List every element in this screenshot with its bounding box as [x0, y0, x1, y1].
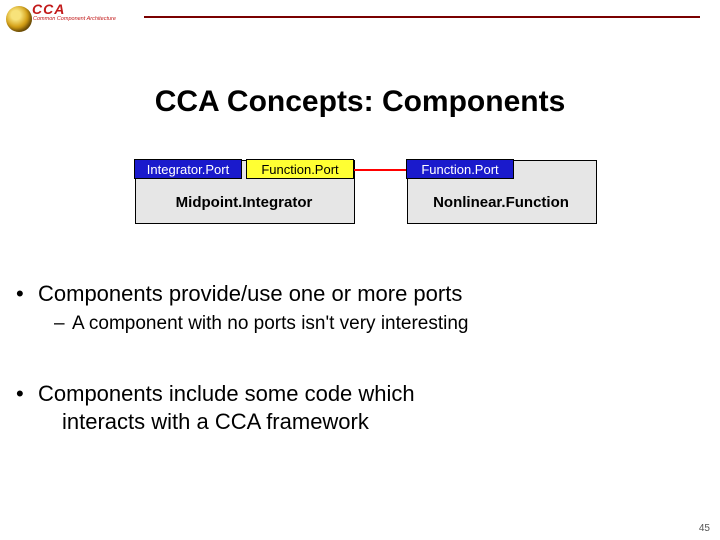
- port-function-uses: Function.Port: [246, 159, 354, 179]
- bullet-dot-icon: •: [16, 380, 24, 408]
- port-integrator: Integrator.Port: [134, 159, 242, 179]
- bullet-2-line2: interacts with a CCA framework: [62, 409, 369, 434]
- logo-icon: [6, 6, 32, 32]
- page-title: CCA Concepts: Components: [0, 85, 720, 119]
- bullet-2: • Components include some code which: [38, 380, 690, 408]
- component-left-label: Midpoint.Integrator: [135, 194, 353, 211]
- logo-subtitle: Common Component Architecture: [33, 16, 116, 22]
- bullet-1a-text: A component with no ports isn't very int…: [72, 313, 469, 334]
- bullet-2-line1: Components include some code which: [38, 381, 415, 406]
- bullet-1: • Components provide/use one or more por…: [38, 280, 690, 308]
- header: CCA Common Component Architecture: [4, 2, 710, 34]
- bullet-2-cont: interacts with a CCA framework: [62, 408, 690, 436]
- page-number: 45: [699, 523, 710, 534]
- logo-text: CCA: [32, 1, 65, 17]
- bullet-1-text: Components provide/use one or more ports: [38, 281, 462, 306]
- bullet-1a: – A component with no ports isn't very i…: [72, 312, 690, 336]
- dash-icon: –: [54, 312, 65, 336]
- component-right-label: Nonlinear.Function: [407, 194, 595, 211]
- port-connector-line: [354, 169, 406, 171]
- component-diagram: Integrator.Port Function.Port Function.P…: [135, 160, 595, 240]
- bullet-dot-icon: •: [16, 280, 24, 308]
- port-function-provides: Function.Port: [406, 159, 514, 179]
- header-divider: [144, 16, 700, 18]
